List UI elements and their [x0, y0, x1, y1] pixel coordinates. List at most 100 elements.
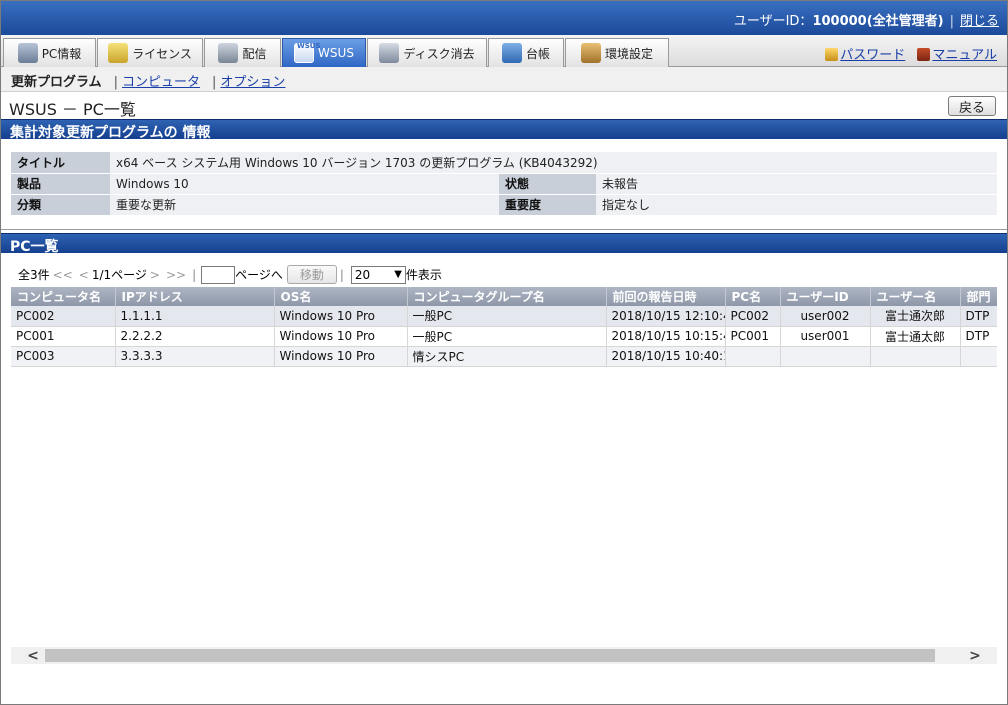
per-page-value: 20 [354, 267, 371, 282]
table-row[interactable]: PC001 2.2.2.2 Windows 10 Pro 一般PC 2018/1… [11, 326, 997, 347]
cell-os-name: Windows 10 Pro [274, 306, 408, 327]
cell-user-id [780, 346, 871, 367]
cell-pc-name [725, 346, 781, 367]
page-number-input[interactable] [201, 265, 236, 284]
manual-book-icon [917, 48, 931, 61]
severity-label: 重要度 [499, 194, 596, 216]
cell-os-name: Windows 10 Pro [274, 346, 408, 367]
tab-distribution[interactable]: 配信 [204, 38, 281, 67]
severity-value: 指定なし [596, 194, 997, 216]
first-page-button[interactable]: << [53, 268, 73, 282]
tab-wsus[interactable]: WSUS WSUS [282, 38, 366, 67]
tab-label: ディスク消去 [403, 46, 475, 61]
scrollbar-thumb[interactable] [45, 649, 935, 662]
column-header[interactable]: ユーザー名 [870, 287, 961, 306]
cell-ip-address: 2.2.2.2 [115, 326, 275, 347]
status-label: 状態 [499, 173, 596, 195]
cell-group-name: 情シスPC [407, 346, 607, 367]
tab-settings[interactable]: 環境設定 [565, 38, 669, 67]
column-header[interactable]: 前回の報告日時 [606, 287, 726, 306]
subnav-computer-link[interactable]: コンピュータ [122, 75, 200, 90]
pc-list-grid: コンピュータ名 IPアドレス OS名 コンピュータグループ名 前回の報告日時 P… [11, 287, 997, 647]
user-id-label: ユーザーID： [733, 14, 813, 29]
manual-link[interactable]: マニュアル [932, 48, 997, 63]
tab-pc-info[interactable]: PC情報 [3, 38, 96, 67]
title-value: x64 ベース システム用 Windows 10 バージョン 1703 の更新プ… [110, 152, 997, 174]
subnav-option-link[interactable]: オプション [220, 75, 285, 90]
pager: 全3件 << < 1/1ページ > >> | ページへ 移動 | 20 ▼ 件表… [18, 265, 442, 284]
pc-icon [17, 43, 38, 63]
column-header[interactable]: コンピュータ名 [11, 287, 116, 306]
cell-group-name: 一般PC [407, 306, 607, 327]
tab-disk-erase[interactable]: ディスク消去 [367, 38, 487, 67]
cell-ip-address: 1.1.1.1 [115, 306, 275, 327]
cell-os-name: Windows 10 Pro [274, 326, 408, 347]
column-header[interactable]: PC名 [725, 287, 781, 306]
scroll-left-arrow-icon[interactable]: < [23, 647, 43, 664]
product-label: 製品 [11, 173, 110, 195]
main-tab-bar: PC情報 ライセンス 配信 WSUS WSUS ディスク消去 台帳 環境設定 パス… [1, 35, 1007, 67]
chevron-down-icon: ▼ [394, 269, 402, 280]
last-page-button[interactable]: >> [166, 268, 186, 282]
cell-computer-name: PC002 [11, 306, 116, 327]
table-header-row: コンピュータ名 IPアドレス OS名 コンピュータグループ名 前回の報告日時 P… [11, 287, 997, 306]
column-header[interactable]: IPアドレス [115, 287, 275, 306]
tab-label: 環境設定 [604, 46, 653, 61]
tab-license[interactable]: ライセンス [97, 38, 203, 67]
user-id-value: 100000(全社管理者) [812, 14, 944, 29]
key-icon [825, 48, 839, 61]
column-header[interactable]: コンピュータグループ名 [407, 287, 607, 306]
total-count: 全3件 [18, 268, 50, 282]
ledger-icon [501, 43, 522, 63]
wsus-icon: WSUS [294, 42, 321, 63]
sub-navigation: 更新プログラム | コンピュータ | オプション [1, 67, 1007, 92]
table-row[interactable]: PC003 3.3.3.3 Windows 10 Pro 情シスPC 2018/… [11, 346, 997, 367]
product-value: Windows 10 [110, 173, 499, 195]
user-info: ユーザーID：100000(全社管理者) | 閉じる [734, 10, 999, 29]
tab-ledger[interactable]: 台帳 [488, 38, 564, 67]
cell-department [960, 346, 997, 367]
cell-user-name: 富士通太郎 [870, 326, 961, 347]
password-link[interactable]: パスワード [840, 48, 905, 63]
cell-pc-name: PC001 [725, 326, 781, 347]
pager-separator: | [339, 267, 344, 282]
subnav-separator: | [212, 75, 217, 90]
table-row[interactable]: PC002 1.1.1.1 Windows 10 Pro 一般PC 2018/1… [11, 306, 997, 327]
tab-label: ライセンス [132, 46, 192, 61]
next-page-button[interactable]: > [150, 268, 160, 282]
move-button[interactable]: 移動 [286, 265, 337, 284]
cell-last-report: 2018/10/15 10:40:10 [606, 346, 726, 367]
license-icon [108, 43, 129, 63]
cell-user-id: user001 [780, 326, 871, 347]
back-button[interactable]: 戻る [948, 96, 996, 116]
column-header[interactable]: 部門 [960, 287, 997, 306]
horizontal-scrollbar[interactable]: < > [11, 647, 997, 664]
prev-page-button[interactable]: < [79, 268, 89, 282]
header-separator: | [949, 14, 954, 29]
tab-label: PC情報 [41, 46, 82, 61]
cell-computer-name: PC001 [11, 326, 116, 347]
per-page-select[interactable]: 20 ▼ [350, 265, 406, 284]
tab-label: 配信 [242, 46, 267, 61]
subnav-separator: | [113, 75, 119, 90]
disk-erase-icon [379, 43, 400, 63]
cell-user-name: 富士通次郎 [870, 306, 961, 327]
column-header[interactable]: OS名 [274, 287, 408, 306]
status-value: 未報告 [596, 173, 997, 195]
top-header: ユーザーID：100000(全社管理者) | 閉じる [1, 1, 1007, 35]
cell-last-report: 2018/10/15 12:10:40 [606, 306, 726, 327]
goto-page-label: ページへ [235, 268, 283, 282]
column-header[interactable]: ユーザーID [780, 287, 871, 306]
category-value: 重要な更新 [110, 194, 499, 216]
cell-department: DTP [960, 306, 997, 327]
title-label: タイトル [11, 152, 110, 174]
subnav-updates-current: 更新プログラム [11, 75, 102, 90]
scroll-right-arrow-icon[interactable]: > [965, 647, 985, 664]
update-info-heading: 集計対象更新プログラムの 情報 [1, 119, 1007, 141]
pc-list-heading: PC一覧 [1, 233, 1007, 255]
cell-computer-name: PC003 [11, 346, 116, 367]
cell-ip-address: 3.3.3.3 [115, 346, 275, 367]
close-link[interactable]: 閉じる [960, 14, 999, 29]
category-label: 分類 [11, 194, 110, 216]
tab-label: WSUS [318, 46, 354, 60]
